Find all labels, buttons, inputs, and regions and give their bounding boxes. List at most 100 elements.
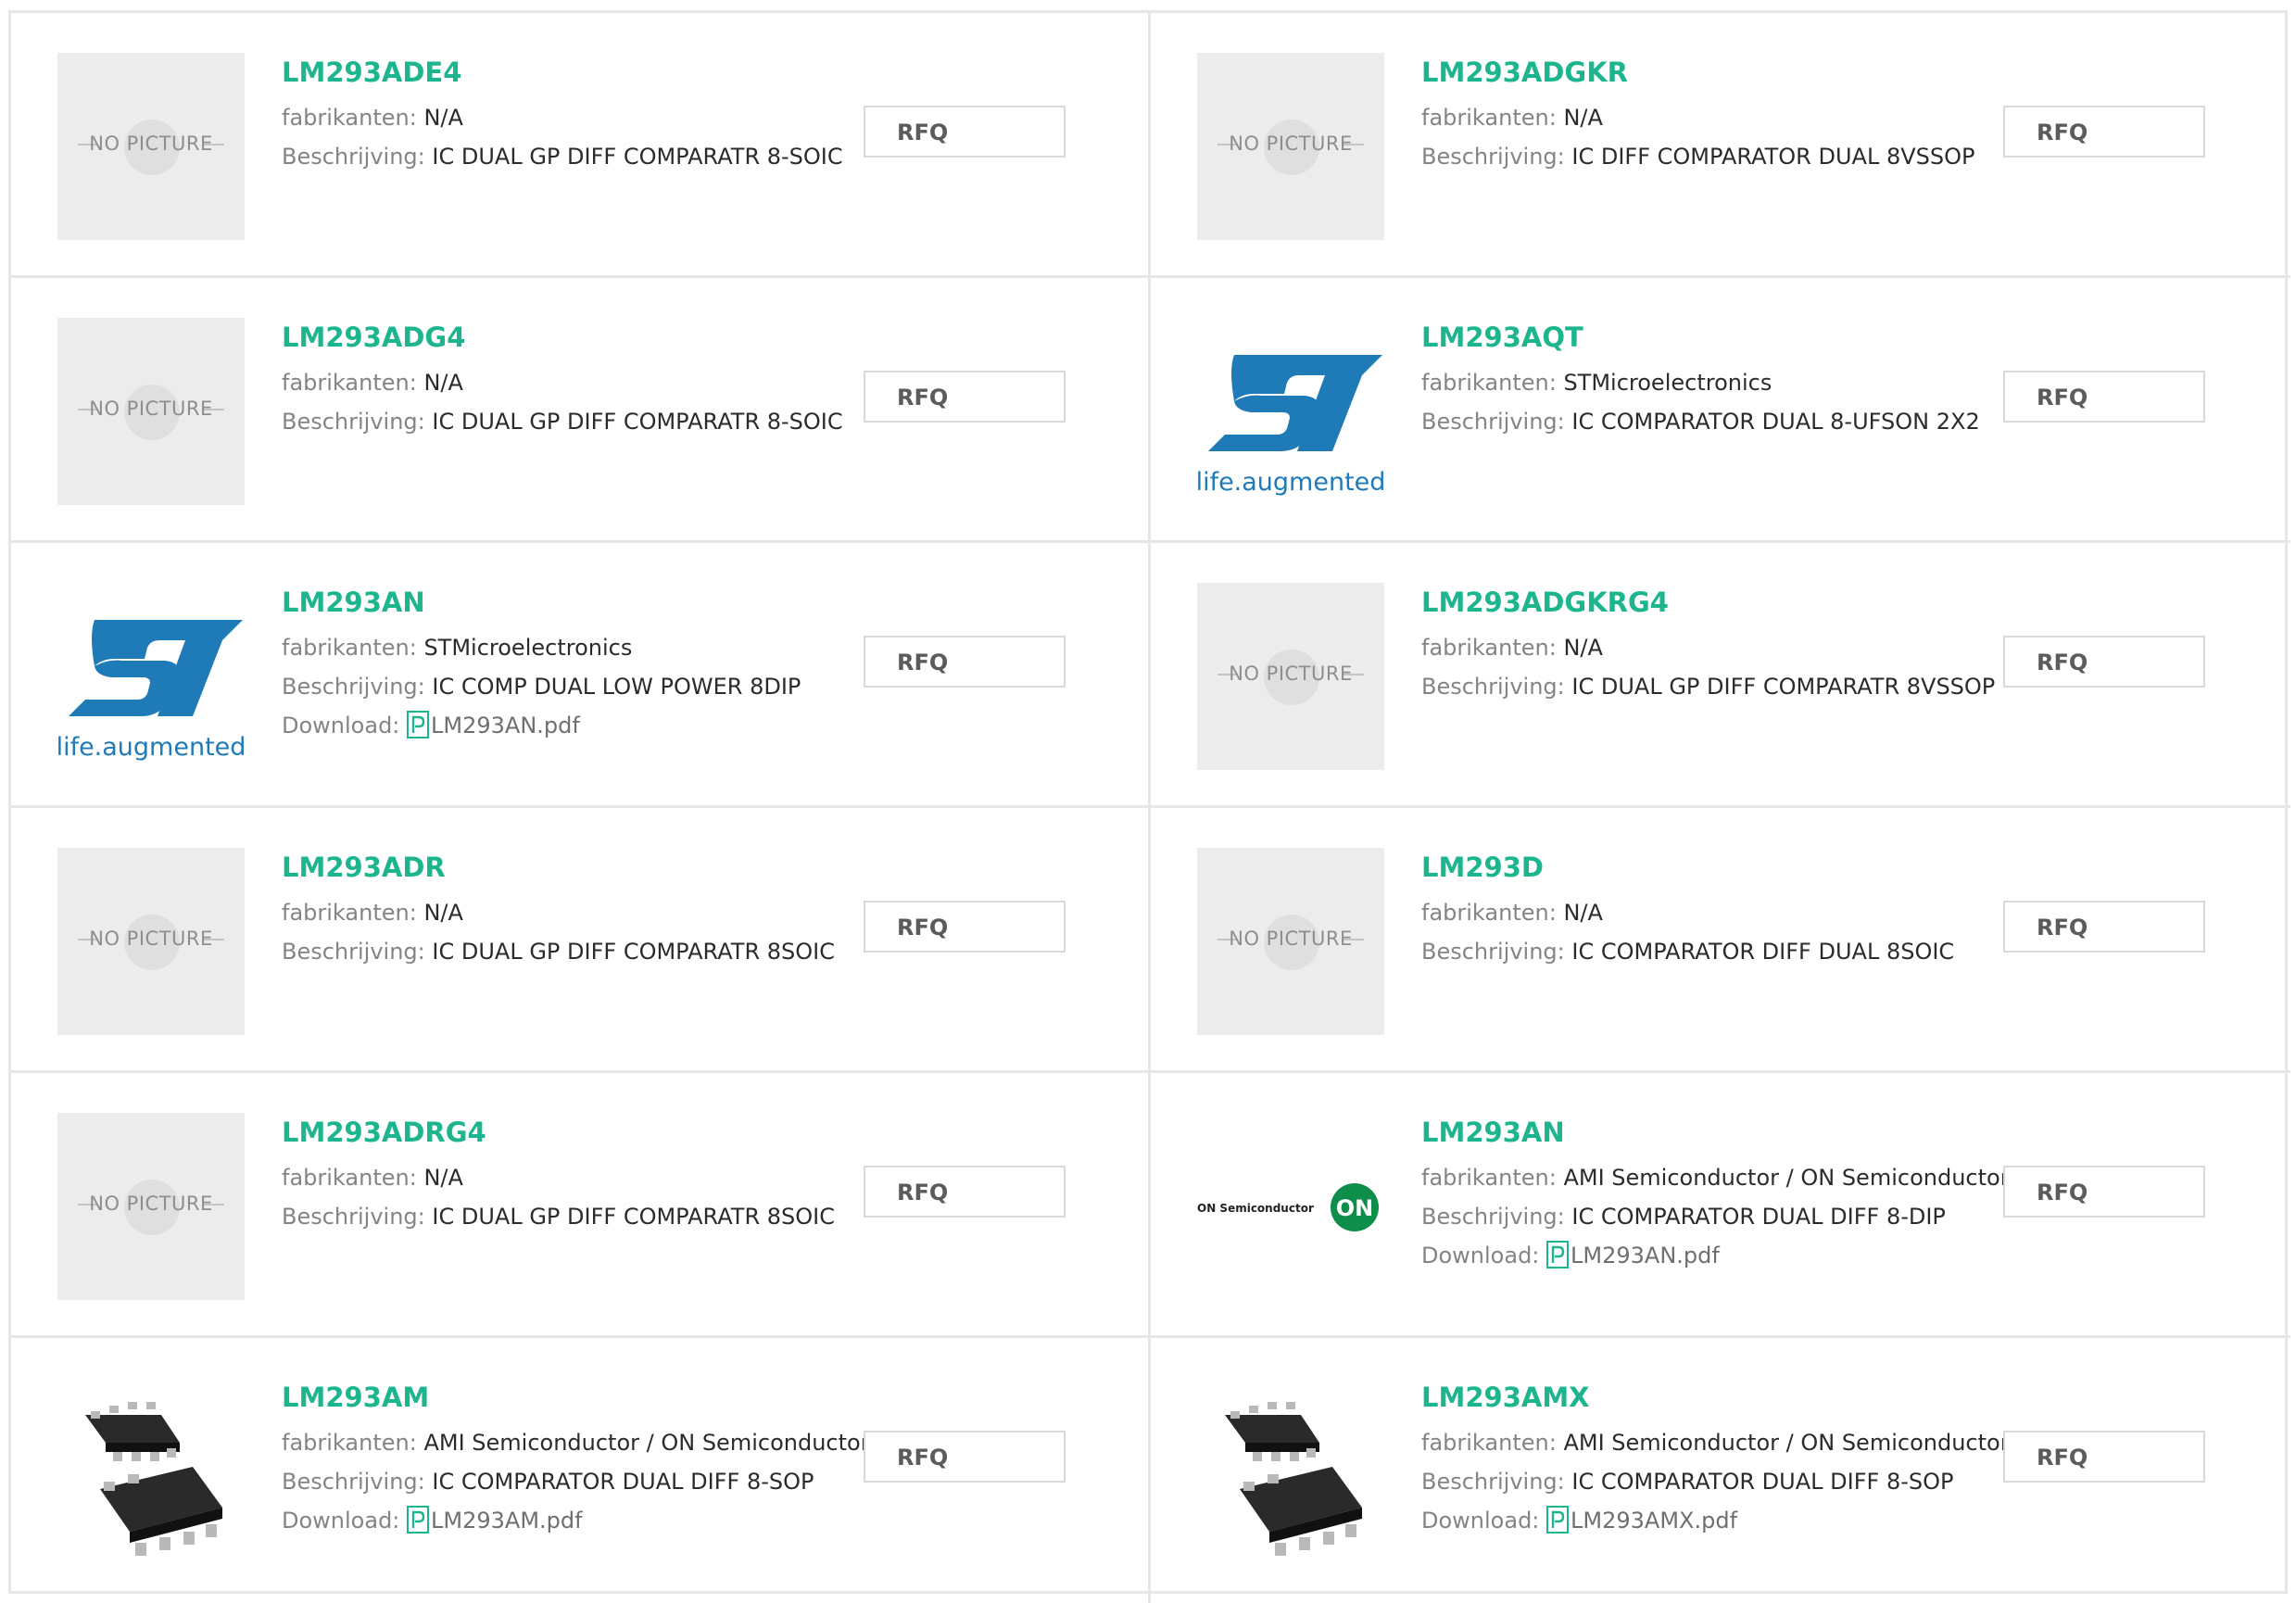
description-row: Beschrijving: IC DIFF COMPARATOR DUAL 8V… bbox=[1421, 137, 1977, 176]
product-info: LM293AQT fabrikanten: STMicroelectronics… bbox=[1421, 321, 1980, 441]
rfq-button[interactable]: RFQ bbox=[2003, 901, 2205, 953]
description-value: IC DUAL GP DIFF COMPARATR 8SOIC bbox=[432, 1204, 835, 1230]
part-number-link[interactable]: LM293AN bbox=[1421, 1116, 1977, 1149]
rfq-button[interactable]: RFQ bbox=[2003, 106, 2205, 158]
manufacturer-value: STMicroelectronics bbox=[1563, 370, 1772, 396]
large-chip bbox=[100, 1467, 222, 1556]
no-picture-text: NO PICTURE bbox=[1229, 663, 1353, 685]
product-card: NO PICTURE LM293ADG4 fabrikanten: N/A Be… bbox=[11, 278, 1151, 543]
ic-chip-image bbox=[1197, 1378, 1384, 1565]
no-picture-placeholder: NO PICTURE bbox=[57, 848, 245, 1035]
part-number-link[interactable]: LM293AM bbox=[282, 1381, 838, 1414]
rfq-button[interactable]: RFQ bbox=[2003, 371, 2205, 423]
datasheet-link[interactable]: LM293AM.pdf bbox=[407, 1506, 583, 1534]
datasheet-link[interactable]: LM293AMX.pdf bbox=[1546, 1506, 1737, 1534]
description-value: IC COMPARATOR DUAL DIFF 8-SOP bbox=[432, 1469, 814, 1495]
description-value: IC COMPARATOR DUAL DIFF 8-SOP bbox=[1571, 1469, 1954, 1495]
description-value: IC COMPARATOR DUAL 8-UFSON 2X2 bbox=[1571, 409, 1980, 435]
manufacturer-label: fabrikanten: bbox=[1421, 1430, 1557, 1456]
datasheet-link[interactable]: LM293AN.pdf bbox=[1546, 1241, 1720, 1269]
manufacturer-label: fabrikanten: bbox=[1421, 105, 1557, 131]
download-label: Download: bbox=[1421, 1508, 1540, 1534]
part-number-link[interactable]: LM293ADGKRG4 bbox=[1421, 586, 1977, 619]
manufacturer-row: fabrikanten: AMI Semiconductor / ON Semi… bbox=[1421, 1423, 2010, 1462]
datasheet-link[interactable]: LM293AN.pdf bbox=[407, 711, 580, 738]
product-card: life.augmented LM293AN fabrikanten: STMi… bbox=[11, 543, 1151, 808]
description-label: Beschrijving: bbox=[1421, 1469, 1565, 1495]
small-chip bbox=[85, 1402, 180, 1461]
manufacturer-value: N/A bbox=[1563, 635, 1603, 661]
part-number-link[interactable]: LM293ADE4 bbox=[282, 56, 838, 89]
large-chip bbox=[1240, 1467, 1362, 1556]
manufacturer-row: fabrikanten: N/A bbox=[1421, 98, 1977, 137]
description-label: Beschrijving: bbox=[282, 1204, 425, 1230]
manufacturer-label: fabrikanten: bbox=[282, 635, 417, 661]
product-grid: NO PICTURE LM293ADE4 fabrikanten: N/A Be… bbox=[8, 10, 2290, 1603]
description-label: Beschrijving: bbox=[1421, 674, 1565, 700]
part-number-link[interactable]: LM293AMX bbox=[1421, 1381, 1977, 1414]
no-picture-text: NO PICTURE bbox=[89, 133, 213, 155]
manufacturer-label: fabrikanten: bbox=[282, 1430, 417, 1456]
on-semiconductor-logo: ON Semiconductor ON bbox=[1197, 1113, 1384, 1300]
small-chip bbox=[1225, 1402, 1319, 1461]
no-picture-placeholder: NO PICTURE bbox=[57, 1113, 245, 1300]
rfq-button[interactable]: RFQ bbox=[2003, 1166, 2205, 1218]
no-picture-placeholder: NO PICTURE bbox=[1197, 848, 1384, 1035]
part-number-link[interactable]: LM293AQT bbox=[1421, 321, 1977, 354]
download-label: Download: bbox=[282, 1508, 400, 1534]
datasheet-filename[interactable]: LM293AN.pdf bbox=[431, 713, 580, 738]
rfq-button[interactable]: RFQ bbox=[864, 371, 1066, 423]
description-value: IC COMPARATOR DUAL DIFF 8-DIP bbox=[1571, 1204, 1946, 1230]
no-picture-text: NO PICTURE bbox=[89, 1193, 213, 1215]
datasheet-filename[interactable]: LM293AMX.pdf bbox=[1571, 1508, 1737, 1534]
manufacturer-value: N/A bbox=[423, 900, 463, 926]
rfq-button[interactable]: RFQ bbox=[864, 636, 1066, 688]
part-number-link[interactable]: LM293ADGKR bbox=[1421, 56, 1977, 89]
description-label: Beschrijving: bbox=[282, 939, 425, 965]
product-card: NO PICTURE LM293ADGKR fabrikanten: N/A B… bbox=[1151, 13, 2290, 278]
description-row: Beschrijving: IC COMPARATOR DUAL DIFF 8-… bbox=[1421, 1197, 1977, 1236]
part-number-link[interactable]: LM293ADR bbox=[282, 851, 838, 884]
rfq-button[interactable]: RFQ bbox=[864, 106, 1066, 158]
part-number-link[interactable]: LM293D bbox=[1421, 851, 1977, 884]
datasheet-filename[interactable]: LM293AM.pdf bbox=[431, 1508, 583, 1534]
product-card: life.augmented LM293AQT fabrikanten: STM… bbox=[1151, 278, 2290, 543]
product-info: LM293AMX fabrikanten: AMI Semiconductor … bbox=[1421, 1381, 2010, 1540]
rfq-button[interactable]: RFQ bbox=[864, 1166, 1066, 1218]
st-tagline: life.augmented bbox=[1197, 468, 1384, 497]
st-logo-mark: life.augmented bbox=[1197, 355, 1384, 497]
product-card: ON Semiconductor ON LM293AN fabrikanten:… bbox=[1151, 1073, 2290, 1338]
description-label: Beschrijving: bbox=[1421, 939, 1565, 965]
product-info: LM293ADR fabrikanten: N/A Beschrijving: … bbox=[282, 851, 838, 971]
product-info: LM293ADRG4 fabrikanten: N/A Beschrijving… bbox=[282, 1116, 838, 1236]
download-label: Download: bbox=[1421, 1243, 1540, 1269]
manufacturer-value: STMicroelectronics bbox=[423, 635, 633, 661]
product-card: NO PICTURE LM293ADRG4 fabrikanten: N/A B… bbox=[11, 1073, 1151, 1338]
no-picture-placeholder: NO PICTURE bbox=[1197, 53, 1384, 240]
manufacturer-value: N/A bbox=[1563, 900, 1603, 926]
st-tagline: life.augmented bbox=[57, 733, 245, 762]
part-number-link[interactable]: LM293ADG4 bbox=[282, 321, 838, 354]
part-number-link[interactable]: LM293AN bbox=[282, 586, 838, 619]
description-row: Beschrijving: IC COMPARATOR DUAL 8-UFSON… bbox=[1421, 402, 1980, 441]
rfq-button[interactable]: RFQ bbox=[864, 901, 1066, 953]
description-row: Beschrijving: IC COMPARATOR DIFF DUAL 8S… bbox=[1421, 932, 1977, 971]
description-row: Beschrijving: IC DUAL GP DIFF COMPARATR … bbox=[282, 137, 843, 176]
manufacturer-row: fabrikanten: STMicroelectronics bbox=[1421, 363, 1977, 402]
manufacturer-label: fabrikanten: bbox=[282, 1165, 417, 1191]
rfq-button[interactable]: RFQ bbox=[864, 1431, 1066, 1483]
manufacturer-value: AMI Semiconductor / ON Semiconductor bbox=[1563, 1430, 2010, 1456]
part-number-link[interactable]: LM293ADRG4 bbox=[282, 1116, 838, 1149]
manufacturer-label: fabrikanten: bbox=[1421, 370, 1557, 396]
manufacturer-row: fabrikanten: N/A bbox=[1421, 893, 1977, 932]
description-value: IC DIFF COMPARATOR DUAL 8VSSOP bbox=[1571, 144, 1975, 170]
description-value: IC DUAL GP DIFF COMPARATR 8SOIC bbox=[432, 939, 835, 965]
st-logo: life.augmented bbox=[1197, 318, 1384, 505]
no-picture-text: NO PICTURE bbox=[89, 928, 213, 950]
product-info: LM293AN fabrikanten: AMI Semiconductor /… bbox=[1421, 1116, 2010, 1275]
no-picture-placeholder: NO PICTURE bbox=[57, 53, 245, 240]
manufacturer-value: AMI Semiconductor / ON Semiconductor bbox=[423, 1430, 870, 1456]
rfq-button[interactable]: RFQ bbox=[2003, 1431, 2205, 1483]
rfq-button[interactable]: RFQ bbox=[2003, 636, 2205, 688]
datasheet-filename[interactable]: LM293AN.pdf bbox=[1571, 1243, 1720, 1269]
